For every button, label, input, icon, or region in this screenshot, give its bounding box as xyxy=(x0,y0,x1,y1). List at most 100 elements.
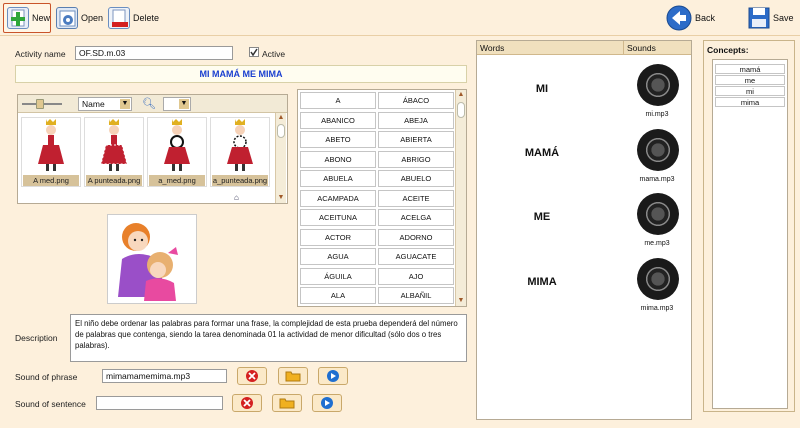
home-icon[interactable]: ⌂ xyxy=(234,193,239,202)
word-bank-cell[interactable]: AGUA xyxy=(300,248,376,265)
activity-name-field[interactable]: OF.SD.m.03 xyxy=(75,46,233,60)
new-button[interactable]: New xyxy=(3,3,51,33)
word-bank-cell[interactable]: ABUELA xyxy=(300,170,376,187)
word-bank-cell[interactable]: A xyxy=(300,92,376,109)
word-bank-cell[interactable]: ABETO xyxy=(300,131,376,148)
image-thumbnail[interactable]: A punteada.png xyxy=(84,117,144,187)
word-entry[interactable]: MI xyxy=(497,83,587,95)
active-checkbox[interactable] xyxy=(249,47,259,57)
folder-icon xyxy=(279,398,295,409)
word-bank-cell[interactable]: ACELGA xyxy=(378,209,454,226)
sound-phrase-delete-button[interactable] xyxy=(237,367,267,385)
sound-file-label: mima.mp3 xyxy=(640,305,674,312)
word-bank-cell[interactable]: ABONO xyxy=(300,150,376,168)
sound-sentence-delete-button[interactable] xyxy=(232,394,262,412)
open-label: Open xyxy=(81,13,104,23)
word-entry[interactable]: ME xyxy=(497,211,587,223)
word-bank-cell[interactable]: ALBAÑIL xyxy=(378,287,454,304)
description-label: Description xyxy=(15,333,58,343)
sound-phrase-field[interactable]: mimamamemima.mp3 xyxy=(102,369,227,383)
folder-icon xyxy=(285,371,301,382)
delete-button[interactable]: Delete xyxy=(108,3,159,33)
chevron-down-icon: ▼ xyxy=(179,99,189,109)
word-bank-cell[interactable]: ABIERTA xyxy=(378,131,454,148)
word-bank-grid: A ÁBACO ABANICO ABEJA ABETO ABIERTA ABONO ABRIG… xyxy=(297,89,467,307)
sound-phrase-browse-button[interactable] xyxy=(278,367,308,385)
description-field[interactable]: El niño debe ordenar las palabras para f… xyxy=(70,314,467,362)
mother-child-illustration-icon xyxy=(118,223,178,301)
back-label: Back xyxy=(695,13,716,23)
concept-item[interactable]: mi xyxy=(715,86,785,96)
word-bank-cell[interactable]: AGUACATE xyxy=(378,248,454,265)
thumbnail-label: a_punteada.png xyxy=(212,175,268,186)
word-bank-cell[interactable]: ABEJA xyxy=(378,111,454,129)
word-bank-cell[interactable]: ABANICO xyxy=(300,111,376,129)
word-bank-cell[interactable]: ÁBACO xyxy=(378,92,454,109)
filter-select[interactable]: ▼ xyxy=(163,97,191,111)
word-bank-cell[interactable]: ACTOR xyxy=(300,228,376,246)
word-bank-cell[interactable]: ABRIGO xyxy=(378,150,454,168)
sounds-column-header: Sounds xyxy=(623,41,691,55)
princess-figure-icon xyxy=(38,119,64,171)
chevron-down-icon: ▼ xyxy=(120,99,130,109)
back-button[interactable]: Back xyxy=(666,3,715,33)
image-thumbnail[interactable]: A med.png xyxy=(21,117,81,187)
scroll-up-icon[interactable]: ▲ xyxy=(456,90,466,100)
word-bank-cell[interactable]: ACAMPADA xyxy=(300,189,376,207)
play-icon xyxy=(327,370,339,382)
word-bank-cell[interactable]: ALA xyxy=(300,287,376,304)
thumbnail-label: a_med.png xyxy=(149,175,205,186)
sound-sentence-play-button[interactable] xyxy=(312,394,342,412)
sound-phrase-label: Sound of phrase xyxy=(15,372,78,382)
words-column-header: Words xyxy=(477,41,623,55)
scroll-down-icon[interactable]: ▼ xyxy=(456,296,466,306)
sound-sentence-label: Sound of sentence xyxy=(15,399,86,409)
delete-x-icon xyxy=(246,370,258,382)
word-bank-cell[interactable]: ACEITE xyxy=(378,189,454,207)
speaker-icon[interactable] xyxy=(637,129,679,171)
sound-sentence-browse-button[interactable] xyxy=(272,394,302,412)
word-bank-cell[interactable]: AJO xyxy=(378,267,454,285)
concept-item[interactable]: mamá xyxy=(715,64,785,74)
concept-item[interactable]: me xyxy=(715,75,785,85)
thumbnail-label: A punteada.png xyxy=(86,175,142,186)
image-library-toolbar: Name ▼ 🔍︎ ▼ xyxy=(18,95,287,113)
activity-illustration xyxy=(107,214,197,304)
zoom-slider-handle[interactable] xyxy=(36,99,44,109)
sort-select-value: Name xyxy=(82,99,105,109)
sound-sentence-field[interactable] xyxy=(96,396,223,410)
scroll-thumb[interactable] xyxy=(457,102,465,118)
concept-item[interactable]: mima xyxy=(715,97,785,107)
save-button[interactable]: Save xyxy=(748,3,794,33)
scroll-down-icon[interactable]: ▼ xyxy=(276,193,286,203)
speaker-icon[interactable] xyxy=(637,258,679,300)
checkmark-icon xyxy=(250,48,258,57)
princess-figure-icon xyxy=(100,119,128,171)
word-bank-cell[interactable]: ACEITUNA xyxy=(300,209,376,226)
image-library-scrollbar[interactable]: ▲ ▼ xyxy=(275,113,286,203)
back-arrow-icon xyxy=(666,5,692,31)
activity-title-banner: MI MAMÁ ME MIMA xyxy=(15,65,467,83)
new-document-icon xyxy=(7,7,29,29)
word-bank-cell[interactable]: ABUELO xyxy=(378,170,454,187)
save-label: Save xyxy=(773,13,794,23)
search-icon[interactable]: 🔍︎ xyxy=(142,97,156,110)
scroll-up-icon[interactable]: ▲ xyxy=(276,113,286,123)
speaker-icon[interactable] xyxy=(637,193,679,235)
scroll-thumb[interactable] xyxy=(277,124,285,138)
delete-document-icon xyxy=(108,7,130,29)
word-entry[interactable]: MAMÁ xyxy=(497,147,587,159)
word-bank-cell[interactable]: ÁGUILA xyxy=(300,267,376,285)
word-entry[interactable]: MIMA xyxy=(497,276,587,288)
sort-select[interactable]: Name ▼ xyxy=(78,97,132,111)
active-label: Active xyxy=(262,49,286,59)
sound-phrase-play-button[interactable] xyxy=(318,367,348,385)
speaker-icon[interactable] xyxy=(637,64,679,106)
concepts-list: mamá me mi mima xyxy=(712,59,788,409)
open-button[interactable]: Open xyxy=(56,3,103,33)
word-bank-scrollbar[interactable]: ▲ ▼ xyxy=(455,90,466,306)
word-bank-cell[interactable]: ADORNO xyxy=(378,228,454,246)
toolbar: New Open Delete Back Save xyxy=(0,0,800,36)
image-thumbnail[interactable]: a_med.png xyxy=(147,117,207,187)
image-thumbnail[interactable]: a_punteada.png xyxy=(210,117,270,187)
